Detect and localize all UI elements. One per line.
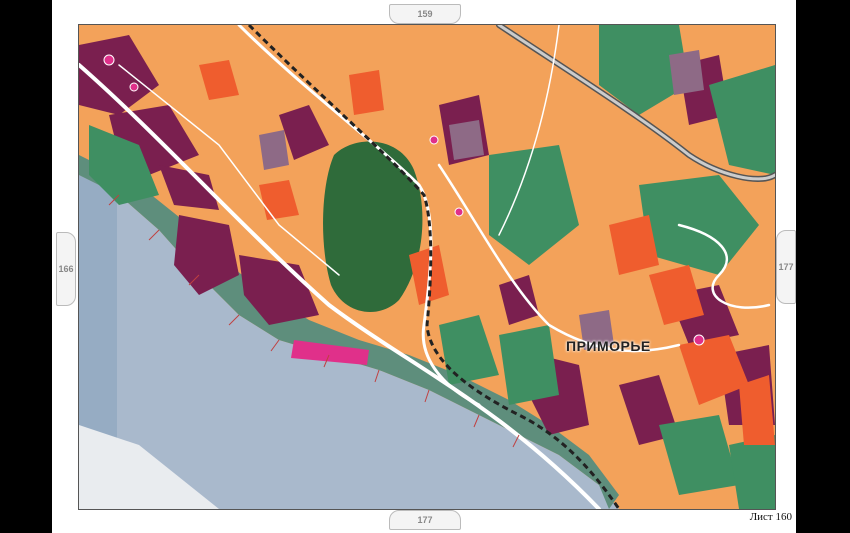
map-canvas[interactable] — [78, 24, 776, 510]
adjacent-sheet-right-number: 177 — [778, 262, 794, 272]
adjacent-sheet-right-tab[interactable]: 177 — [776, 230, 796, 304]
adjacent-sheet-left-tab[interactable]: 166 — [56, 232, 76, 306]
sheet-label-number: 160 — [775, 511, 793, 523]
adjacent-sheet-left-number: 166 — [58, 264, 74, 274]
sheet-label-prefix: Лист — [749, 511, 773, 523]
adjacent-sheet-top-number: 159 — [417, 9, 433, 19]
adjacent-sheet-top-tab[interactable]: 159 — [389, 4, 461, 24]
adjacent-sheet-bottom-number: 177 — [417, 515, 433, 525]
district-label: ПРИМОРЬЕ — [566, 338, 651, 354]
sheet-number-label: Лист 160 — [750, 511, 792, 523]
zoning-map — [79, 25, 775, 509]
adjacent-sheet-bottom-tab[interactable]: 177 — [389, 510, 461, 530]
